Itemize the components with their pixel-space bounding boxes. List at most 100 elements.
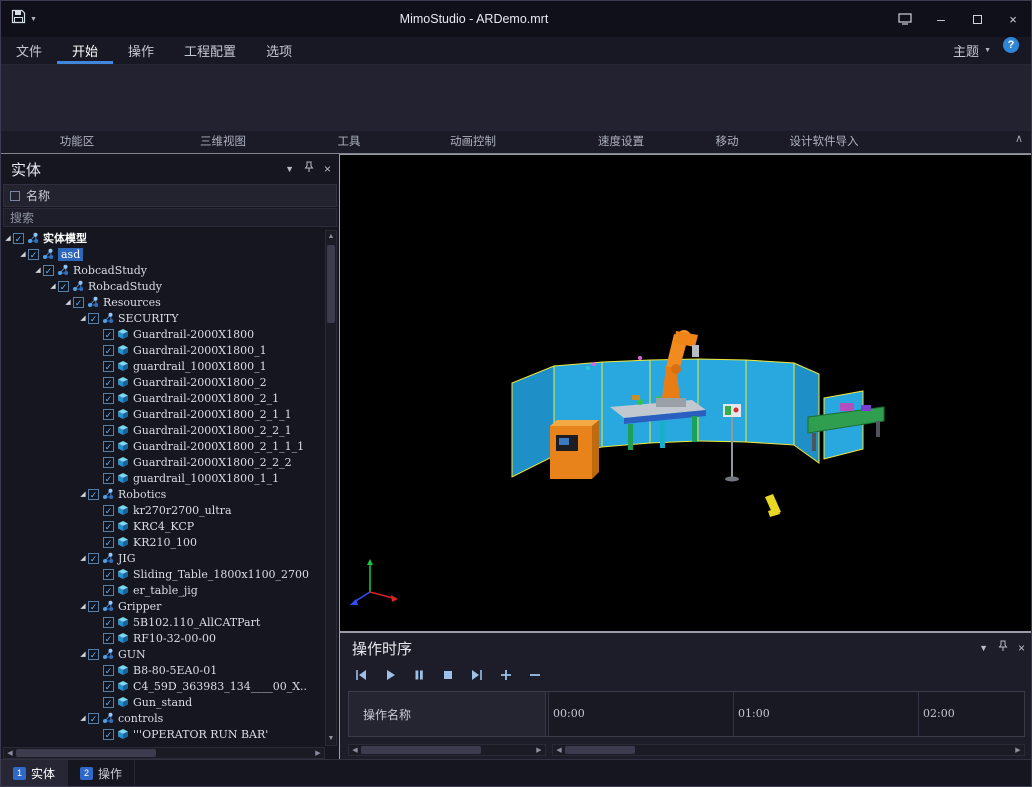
zoom-in-button[interactable] [499,668,513,682]
operation-name-column-header[interactable]: 操作名称 [348,691,546,737]
tree-node[interactable]: ✓B8-80-5EA0-01 [3,662,325,678]
name-header-checkbox[interactable] [10,191,20,201]
node-checkbox[interactable]: ✓ [103,425,114,436]
tree-node[interactable]: ◢✓GUN [3,646,325,662]
node-checkbox[interactable]: ✓ [88,601,99,612]
node-checkbox[interactable]: ✓ [103,729,114,740]
pin-icon[interactable] [304,160,314,178]
play-button[interactable] [383,668,397,682]
node-checkbox[interactable]: ✓ [103,473,114,484]
node-checkbox[interactable]: ✓ [103,505,114,516]
tree-node[interactable]: ✓KR210_100 [3,534,325,550]
save-icon[interactable] [11,9,26,29]
tree-node[interactable]: ✓guardrail_1000X1800_1 [3,358,325,374]
menu-options[interactable]: 选项 [251,37,307,64]
scroll-left-icon[interactable]: ◀ [349,746,361,754]
tree-node[interactable]: ✓Sliding_Table_1800x1100_2700 [3,566,325,582]
expand-arrow-icon[interactable]: ◢ [63,298,73,306]
node-checkbox[interactable]: ✓ [88,313,99,324]
node-checkbox[interactable]: ✓ [103,457,114,468]
maximize-button[interactable] [959,1,995,37]
expand-arrow-icon[interactable]: ◢ [48,282,58,290]
tree-node[interactable]: ✓Guardrail-2000X1800_2_1_1_1 [3,438,325,454]
node-checkbox[interactable]: ✓ [13,233,24,244]
expand-arrow-icon[interactable]: ◢ [78,650,88,658]
tree-node[interactable]: ✓er_table_jig [3,582,325,598]
close-icon[interactable]: × [324,162,331,176]
scrollbar-thumb[interactable] [16,749,156,757]
tree-node[interactable]: ◢✓Resources [3,294,325,310]
node-checkbox[interactable]: ✓ [103,345,114,356]
stop-button[interactable] [441,668,455,682]
node-checkbox[interactable]: ✓ [103,665,114,676]
scroll-left-icon[interactable]: ◀ [553,746,565,754]
tree-node[interactable]: ✓Guardrail-2000X1800_1 [3,342,325,358]
node-checkbox[interactable]: ✓ [88,649,99,660]
quick-access-dropdown-icon[interactable]: ▼ [30,16,37,23]
3d-viewport[interactable] [339,154,1032,632]
scroll-left-icon[interactable]: ◀ [4,749,16,757]
tree-node[interactable]: ◢✓RobcadStudy [3,262,325,278]
menu-file[interactable]: 文件 [1,37,57,64]
tree-node[interactable]: ◢✓asd [3,246,325,262]
timeline-ruler[interactable]: 00:00 01:00 02:00 [546,691,1025,737]
tree-node[interactable]: ◢✓SECURITY [3,310,325,326]
node-checkbox[interactable]: ✓ [88,553,99,564]
tree-node[interactable]: ✓Guardrail-2000X1800 [3,326,325,342]
tree-node[interactable]: ✓C4_59D_363983_134____00_X.. [3,678,325,694]
node-checkbox[interactable]: ✓ [103,329,114,340]
scroll-right-icon[interactable]: ▶ [1012,746,1024,754]
help-button[interactable]: ? [1003,37,1019,53]
node-checkbox[interactable]: ✓ [103,633,114,644]
scroll-down-icon[interactable]: ▼ [325,733,337,745]
node-checkbox[interactable]: ✓ [103,377,114,388]
expand-arrow-icon[interactable]: ◢ [78,554,88,562]
tree-node[interactable]: ◢✓RobcadStudy [3,278,325,294]
tree-node[interactable]: ✓kr270r2700_ultra [3,502,325,518]
scrollbar-thumb[interactable] [361,746,481,754]
panel-menu-icon[interactable]: ▼ [285,164,294,174]
tree-node[interactable]: ✓Guardrail-2000X1800_2_2_1 [3,422,325,438]
pin-icon[interactable] [998,639,1008,657]
tree-node[interactable]: ✓'''OPERATOR RUN BAR' [3,726,325,742]
tree-node[interactable]: ◢✓实体模型 [3,230,325,246]
node-checkbox[interactable]: ✓ [103,361,114,372]
close-icon[interactable]: × [1018,641,1025,655]
expand-arrow-icon[interactable]: ◢ [78,490,88,498]
expand-arrow-icon[interactable]: ◢ [78,602,88,610]
expand-arrow-icon[interactable]: ◢ [33,266,43,274]
timeline-ruler-scrollbar[interactable]: ◀ ▶ [552,744,1025,756]
skip-to-start-button[interactable] [354,668,368,682]
node-checkbox[interactable]: ✓ [43,265,54,276]
pause-button[interactable] [412,668,426,682]
node-checkbox[interactable]: ✓ [103,569,114,580]
scroll-right-icon[interactable]: ▶ [312,749,324,757]
scroll-right-icon[interactable]: ▶ [533,746,545,754]
node-checkbox[interactable]: ✓ [88,713,99,724]
scrollbar-thumb[interactable] [327,245,335,323]
tab-entity[interactable]: 1 实体 [1,760,68,786]
node-checkbox[interactable]: ✓ [103,521,114,532]
screen-mode-icon[interactable] [887,1,923,37]
tree-horizontal-scrollbar[interactable]: ◀ ▶ [3,747,325,759]
node-checkbox[interactable]: ✓ [103,585,114,596]
expand-arrow-icon[interactable]: ◢ [78,714,88,722]
node-checkbox[interactable]: ✓ [103,393,114,404]
node-checkbox[interactable]: ✓ [103,617,114,628]
expand-arrow-icon[interactable]: ◢ [18,250,28,258]
tree-node[interactable]: ✓KRC4_KCP [3,518,325,534]
expand-arrow-icon[interactable]: ◢ [3,234,13,242]
menu-operation[interactable]: 操作 [113,37,169,64]
node-checkbox[interactable]: ✓ [73,297,84,308]
zoom-out-button[interactable] [528,668,542,682]
node-checkbox[interactable]: ✓ [103,409,114,420]
theme-dropdown[interactable]: 主题 ▼ [941,37,1003,64]
tree-node[interactable]: ✓Guardrail-2000X1800_2_2_2 [3,454,325,470]
tree-node[interactable]: ✓Guardrail-2000X1800_2 [3,374,325,390]
tree-vertical-scrollbar[interactable]: ▲ ▼ [325,230,337,746]
tree-node[interactable]: ✓RF10-32-00-00 [3,630,325,646]
tree-node[interactable]: ✓Guardrail-2000X1800_2_1_1 [3,406,325,422]
node-checkbox[interactable]: ✓ [58,281,69,292]
minimize-button[interactable]: – [923,1,959,37]
tree-node[interactable]: ✓guardrail_1000X1800_1_1 [3,470,325,486]
